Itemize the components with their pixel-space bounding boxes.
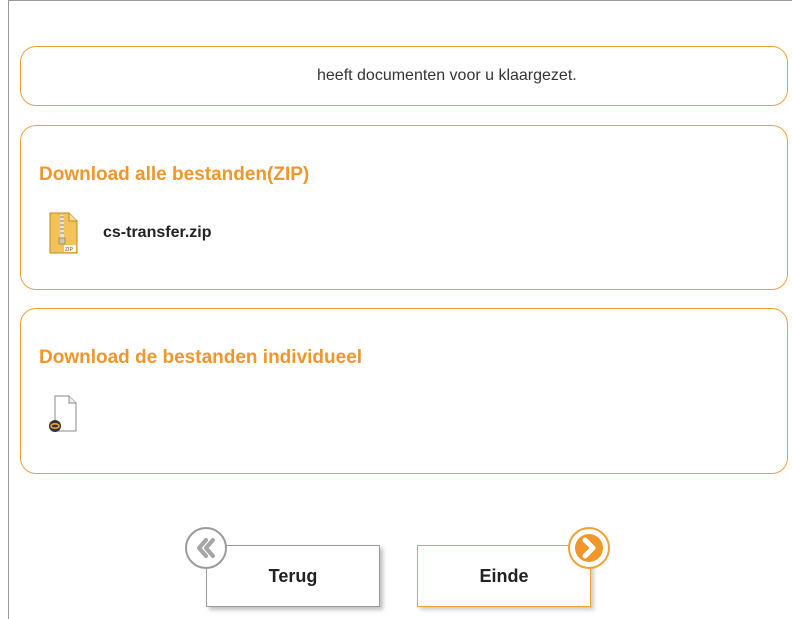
end-button-label: Einde bbox=[479, 565, 529, 586]
svg-text:ZIP: ZIP bbox=[65, 247, 73, 253]
back-button[interactable]: Terug bbox=[206, 545, 380, 607]
info-message: heeft documenten voor u klaargezet. bbox=[317, 67, 577, 84]
zip-file-name: cs-transfer.zip bbox=[103, 224, 212, 241]
info-panel: heeft documenten voor u klaargezet. bbox=[20, 46, 788, 106]
chevron-left-double-icon[interactable] bbox=[185, 527, 227, 569]
zip-download-panel: Download alle bestanden(ZIP) ZIP cs-tran… bbox=[20, 125, 788, 290]
zip-file-link[interactable]: ZIP cs-transfer.zip bbox=[47, 210, 211, 256]
chevron-right-icon[interactable] bbox=[568, 527, 610, 569]
individual-section-title: Download de bestanden individueel bbox=[39, 347, 363, 368]
zip-file-icon: ZIP bbox=[49, 212, 78, 254]
back-button-label: Terug bbox=[268, 565, 318, 586]
link-file-icon bbox=[49, 395, 77, 432]
individual-file-link[interactable] bbox=[47, 391, 103, 437]
individual-download-panel: Download de bestanden individueel bbox=[20, 308, 788, 474]
zip-section-title: Download alle bestanden(ZIP) bbox=[39, 164, 310, 185]
end-button[interactable]: Einde bbox=[417, 545, 591, 607]
